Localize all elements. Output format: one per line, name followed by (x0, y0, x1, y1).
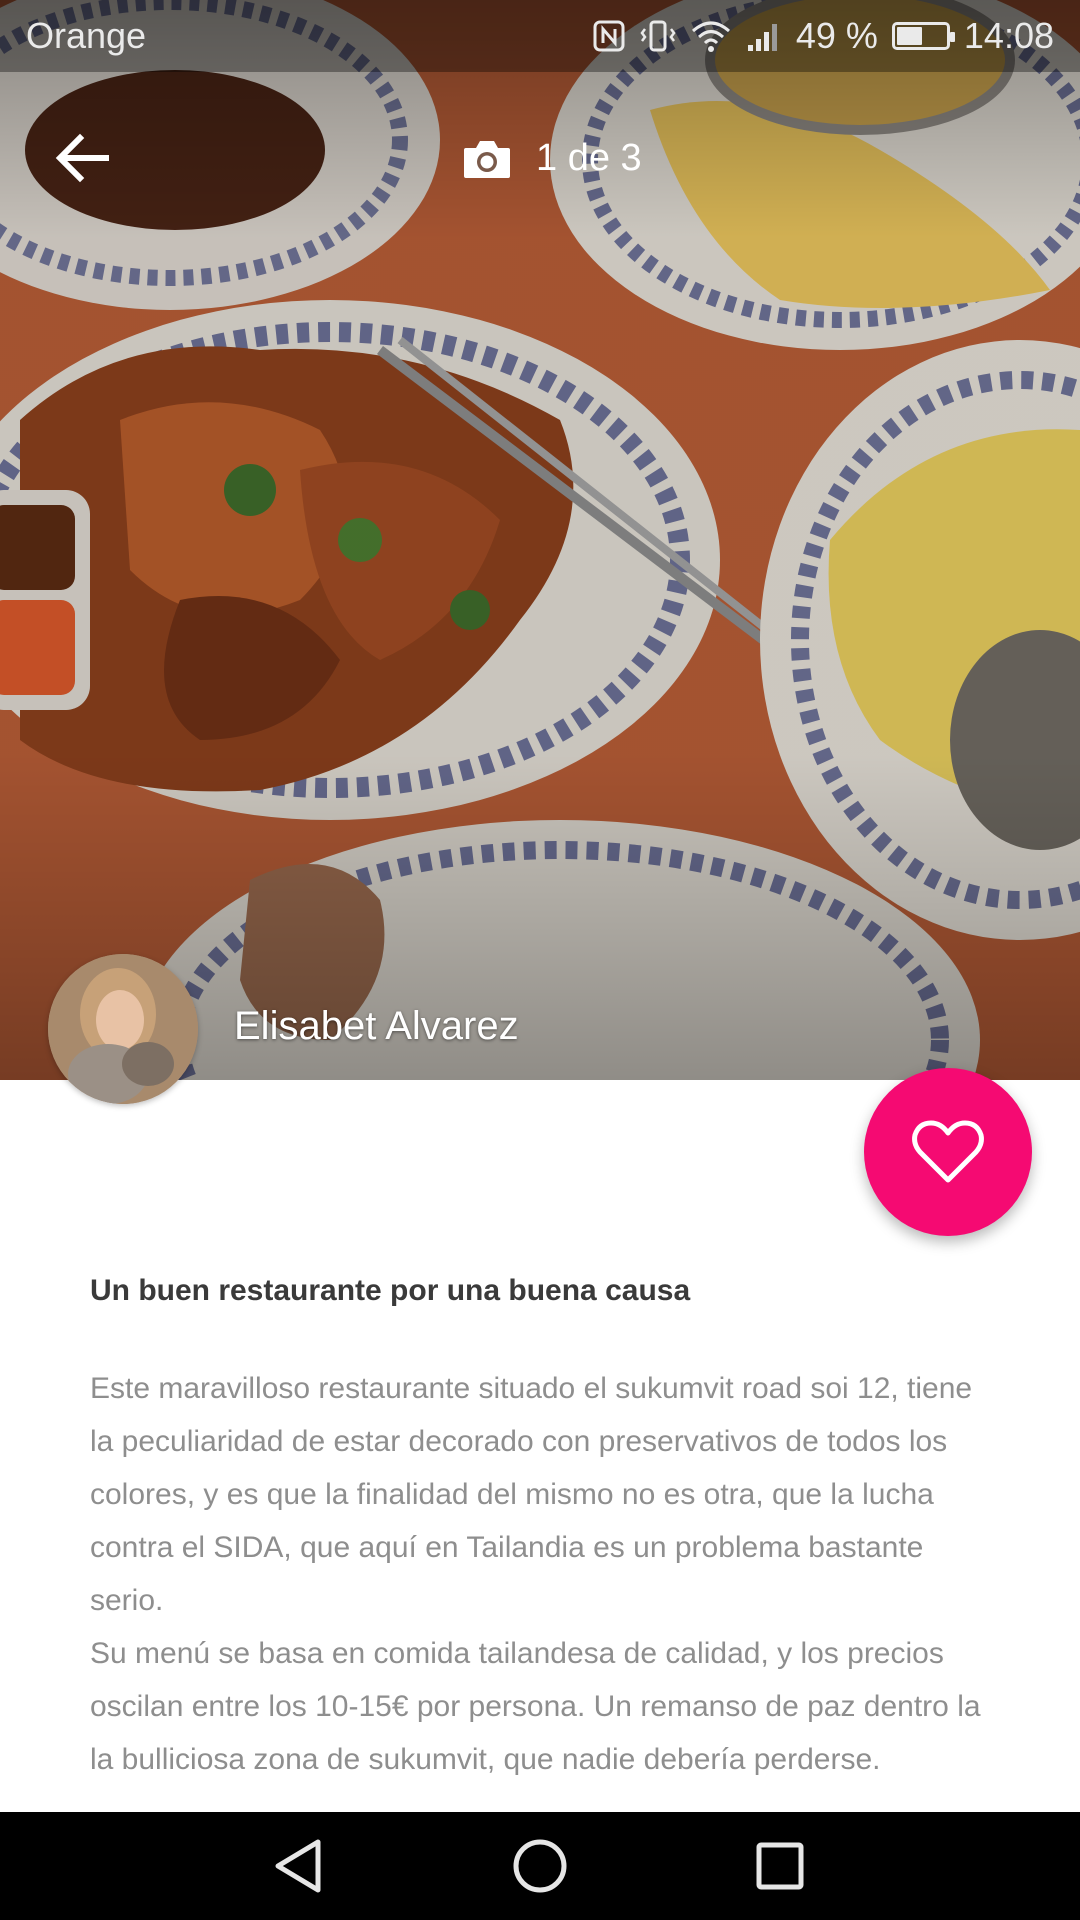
vibrate-icon (640, 19, 676, 53)
back-button[interactable] (46, 122, 118, 194)
carrier-name: Orange (26, 15, 147, 56)
signal-icon (746, 19, 782, 53)
avatar[interactable] (48, 954, 198, 1104)
status-bar: Orange 49 % 14:08 (0, 0, 1080, 72)
wifi-icon (690, 19, 732, 53)
navigation-bar (0, 1812, 1080, 1920)
nav-recents-button[interactable] (748, 1834, 812, 1898)
arrow-left-icon (55, 133, 109, 183)
screen: Orange 49 % 14:08 1 de 3 Elisabet Alvare… (0, 0, 1080, 1920)
nav-home-icon (513, 1839, 567, 1893)
article-paragraph: Este maravilloso restaurante situado el … (90, 1372, 973, 1617)
nav-back-button[interactable] (268, 1834, 332, 1898)
photo-counter-text: 1 de 3 (536, 136, 642, 179)
toolbar: 1 de 3 (0, 72, 1080, 240)
status-icons: 49 % 14:08 (592, 15, 1054, 57)
heart-outline-icon (912, 1120, 984, 1183)
nav-recents-icon (756, 1842, 804, 1890)
nav-back-icon (275, 1839, 321, 1893)
battery-icon (891, 22, 955, 50)
photo-counter: 1 de 3 (462, 130, 642, 186)
favorite-button[interactable] (864, 1068, 1032, 1236)
clock: 14:08 (963, 15, 1054, 56)
camera-icon (464, 141, 510, 178)
nfc-icon (592, 19, 626, 53)
author-photo (48, 954, 198, 1104)
article-body: Este maravilloso restaurante situado el … (90, 1362, 1000, 1812)
battery-percent: 49 % (795, 15, 878, 56)
article-paragraph: Su menú se basa en comida tailandesa de … (90, 1637, 981, 1776)
author-name[interactable]: Elisabet Alvarez (234, 1004, 519, 1049)
nav-home-button[interactable] (508, 1834, 572, 1898)
article-title: Un buen restaurante por una buena causa (90, 1274, 691, 1307)
